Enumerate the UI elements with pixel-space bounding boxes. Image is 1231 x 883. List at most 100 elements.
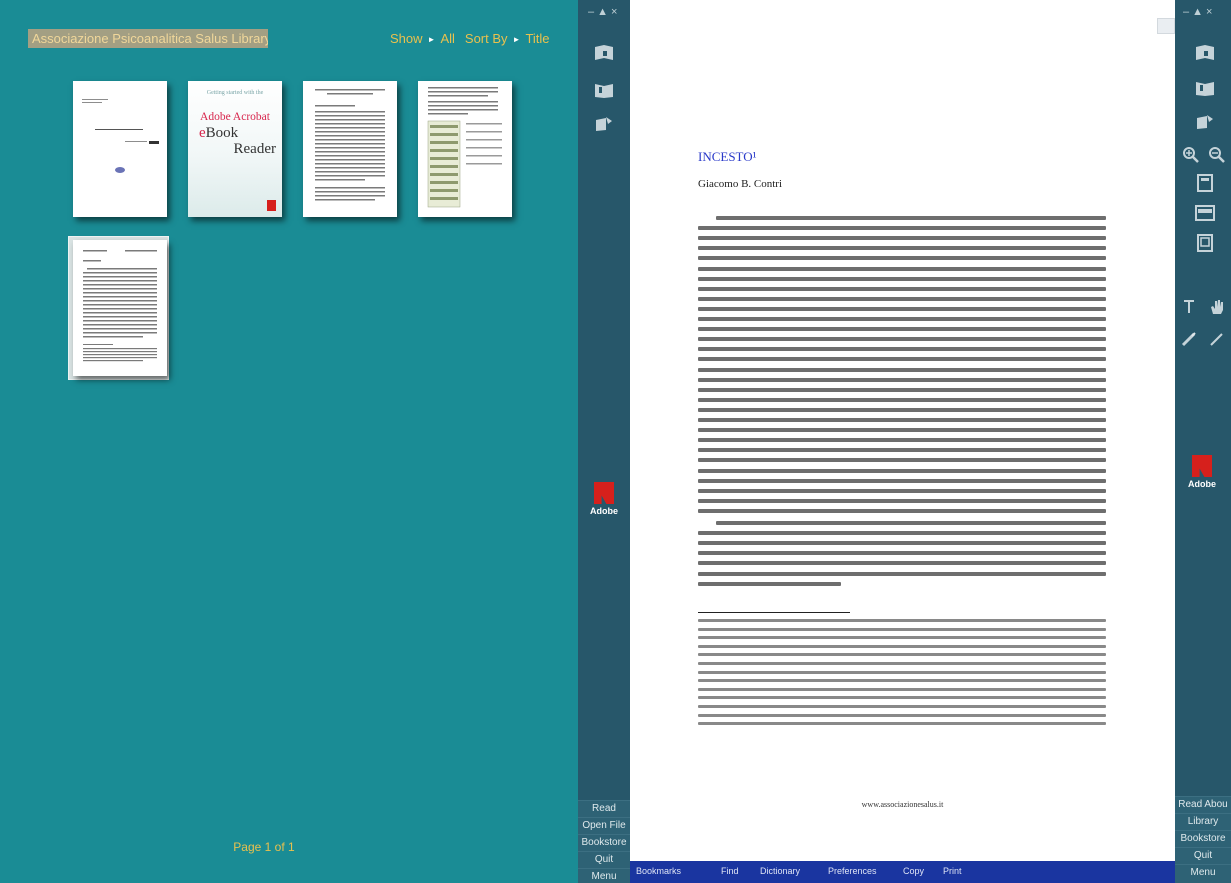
text-line bbox=[698, 498, 1106, 503]
actual-size-icon[interactable] bbox=[1195, 234, 1215, 252]
text-line bbox=[698, 256, 1106, 261]
adobe-mini-logo-icon bbox=[267, 200, 276, 211]
dictionary-button[interactable]: Dictionary bbox=[760, 866, 800, 876]
text-line bbox=[698, 653, 1106, 657]
library-button[interactable]: Library bbox=[1175, 813, 1231, 830]
table-page-icon bbox=[427, 87, 502, 208]
find-button[interactable]: Find bbox=[721, 866, 739, 876]
open-book-icon[interactable] bbox=[1195, 79, 1215, 97]
highlighter-icon[interactable] bbox=[1179, 330, 1199, 348]
preferences-button[interactable]: Preferences bbox=[828, 866, 877, 876]
text-line bbox=[716, 521, 1106, 525]
cover-getting-started: Getting started with the bbox=[206, 90, 264, 96]
fit-page-icon[interactable] bbox=[1195, 174, 1215, 192]
text-line bbox=[698, 458, 1106, 463]
quit-button[interactable]: Quit bbox=[1175, 847, 1231, 864]
bookstore-button[interactable]: Bookstore bbox=[1175, 830, 1231, 847]
bookmarks-button[interactable]: Bookmarks bbox=[636, 866, 681, 876]
print-button[interactable]: Print bbox=[943, 866, 962, 876]
show-value[interactable]: All bbox=[440, 31, 454, 46]
text-line bbox=[698, 531, 1106, 536]
read-book-icon[interactable] bbox=[594, 44, 614, 62]
sort-arrow-icon: ► bbox=[512, 35, 521, 44]
sort-label[interactable]: Sort By bbox=[465, 31, 508, 46]
text-page-icon bbox=[83, 250, 157, 362]
text-line bbox=[698, 397, 1106, 402]
book-thumbnail-adobe-reader[interactable]: Getting started with the Adobe Acrobat e… bbox=[188, 81, 282, 217]
text-line bbox=[698, 488, 1106, 493]
pen-icon[interactable] bbox=[1207, 330, 1227, 348]
footnote-rule bbox=[698, 612, 850, 613]
text-line bbox=[698, 627, 1106, 631]
text-line bbox=[698, 327, 1106, 332]
cover-emblem-icon bbox=[115, 167, 125, 173]
text-line bbox=[698, 705, 1106, 708]
text-line bbox=[698, 418, 1106, 422]
text-line bbox=[698, 296, 1106, 301]
page-indicator: Page 1 of 1 bbox=[233, 840, 295, 854]
quit-button[interactable]: Quit bbox=[578, 851, 630, 868]
reader-toolbar: Bookmarks Find Dictionary Preferences Co… bbox=[630, 861, 1175, 883]
text-line bbox=[698, 468, 1106, 473]
text-line bbox=[698, 367, 1106, 372]
book-thumbnail-1[interactable] bbox=[73, 81, 167, 217]
copy-button[interactable]: Copy bbox=[903, 866, 924, 876]
right-side-panel: –▲× Adobe Read Abou Library Bookstore Qu… bbox=[1175, 0, 1231, 883]
text-line bbox=[698, 246, 1106, 251]
text-line bbox=[698, 266, 1106, 271]
adobe-logo: Adobe bbox=[587, 482, 621, 516]
zoom-out-icon[interactable] bbox=[1207, 146, 1227, 164]
cover-ebook: eBook bbox=[199, 125, 239, 141]
zoom-in-icon[interactable] bbox=[1181, 146, 1201, 164]
text-line bbox=[698, 713, 1106, 717]
show-label[interactable]: Show bbox=[390, 31, 423, 46]
text-line bbox=[698, 541, 1106, 546]
text-line bbox=[698, 357, 1106, 362]
book-thumbnail-3[interactable] bbox=[303, 81, 397, 217]
text-line bbox=[698, 387, 1106, 392]
bookstore-icon[interactable] bbox=[594, 114, 614, 132]
text-line bbox=[698, 286, 1106, 291]
read-book-icon[interactable] bbox=[1195, 44, 1215, 62]
bookstore-button[interactable]: Bookstore bbox=[578, 834, 630, 851]
text-page-icon bbox=[315, 89, 385, 201]
book-thumbnail-5[interactable] bbox=[73, 240, 167, 376]
text-line bbox=[698, 428, 1106, 433]
window-controls[interactable]: –▲× bbox=[1183, 6, 1215, 18]
text-line bbox=[698, 236, 1106, 241]
text-line bbox=[698, 679, 1106, 683]
text-line bbox=[698, 571, 1106, 576]
text-line bbox=[698, 478, 1106, 483]
text-line bbox=[698, 438, 1106, 443]
menu-button[interactable]: Menu bbox=[578, 868, 630, 883]
text-line bbox=[698, 306, 1106, 311]
document-author: Giacomo B. Contri bbox=[698, 178, 783, 190]
text-line bbox=[698, 407, 1106, 412]
open-file-button[interactable]: Open File bbox=[578, 817, 630, 834]
adobe-logo-icon bbox=[1192, 455, 1212, 477]
cover-acrobat: Adobe Acrobat bbox=[200, 111, 270, 123]
book-thumbnail-4[interactable] bbox=[418, 81, 512, 217]
text-line bbox=[698, 636, 1106, 640]
read-button[interactable]: Read bbox=[578, 800, 630, 817]
text-line bbox=[698, 662, 1106, 665]
adobe-logo: Adobe bbox=[1185, 455, 1219, 489]
text-line bbox=[698, 276, 1106, 281]
library-window: Associazione Psicoanalitica Salus Librar… bbox=[0, 0, 578, 883]
document-page: INCESTO¹ Giacomo B. Contri www.associazi… bbox=[630, 0, 1175, 860]
text-line bbox=[698, 670, 1106, 674]
bookstore-icon[interactable] bbox=[1195, 112, 1215, 130]
hand-tool-icon[interactable] bbox=[1207, 298, 1227, 316]
text-line bbox=[698, 377, 1106, 382]
open-book-icon[interactable] bbox=[594, 81, 614, 99]
text-line bbox=[698, 687, 1106, 691]
text-line bbox=[698, 619, 1106, 622]
text-select-icon[interactable] bbox=[1179, 298, 1199, 316]
text-line bbox=[698, 722, 1106, 726]
read-about-button[interactable]: Read Abou bbox=[1175, 796, 1231, 813]
sort-value[interactable]: Title bbox=[525, 31, 549, 46]
window-controls[interactable]: –▲× bbox=[588, 6, 620, 18]
adobe-logo-icon bbox=[594, 482, 614, 504]
menu-button[interactable]: Menu bbox=[1175, 864, 1231, 883]
fit-width-icon[interactable] bbox=[1195, 204, 1215, 222]
